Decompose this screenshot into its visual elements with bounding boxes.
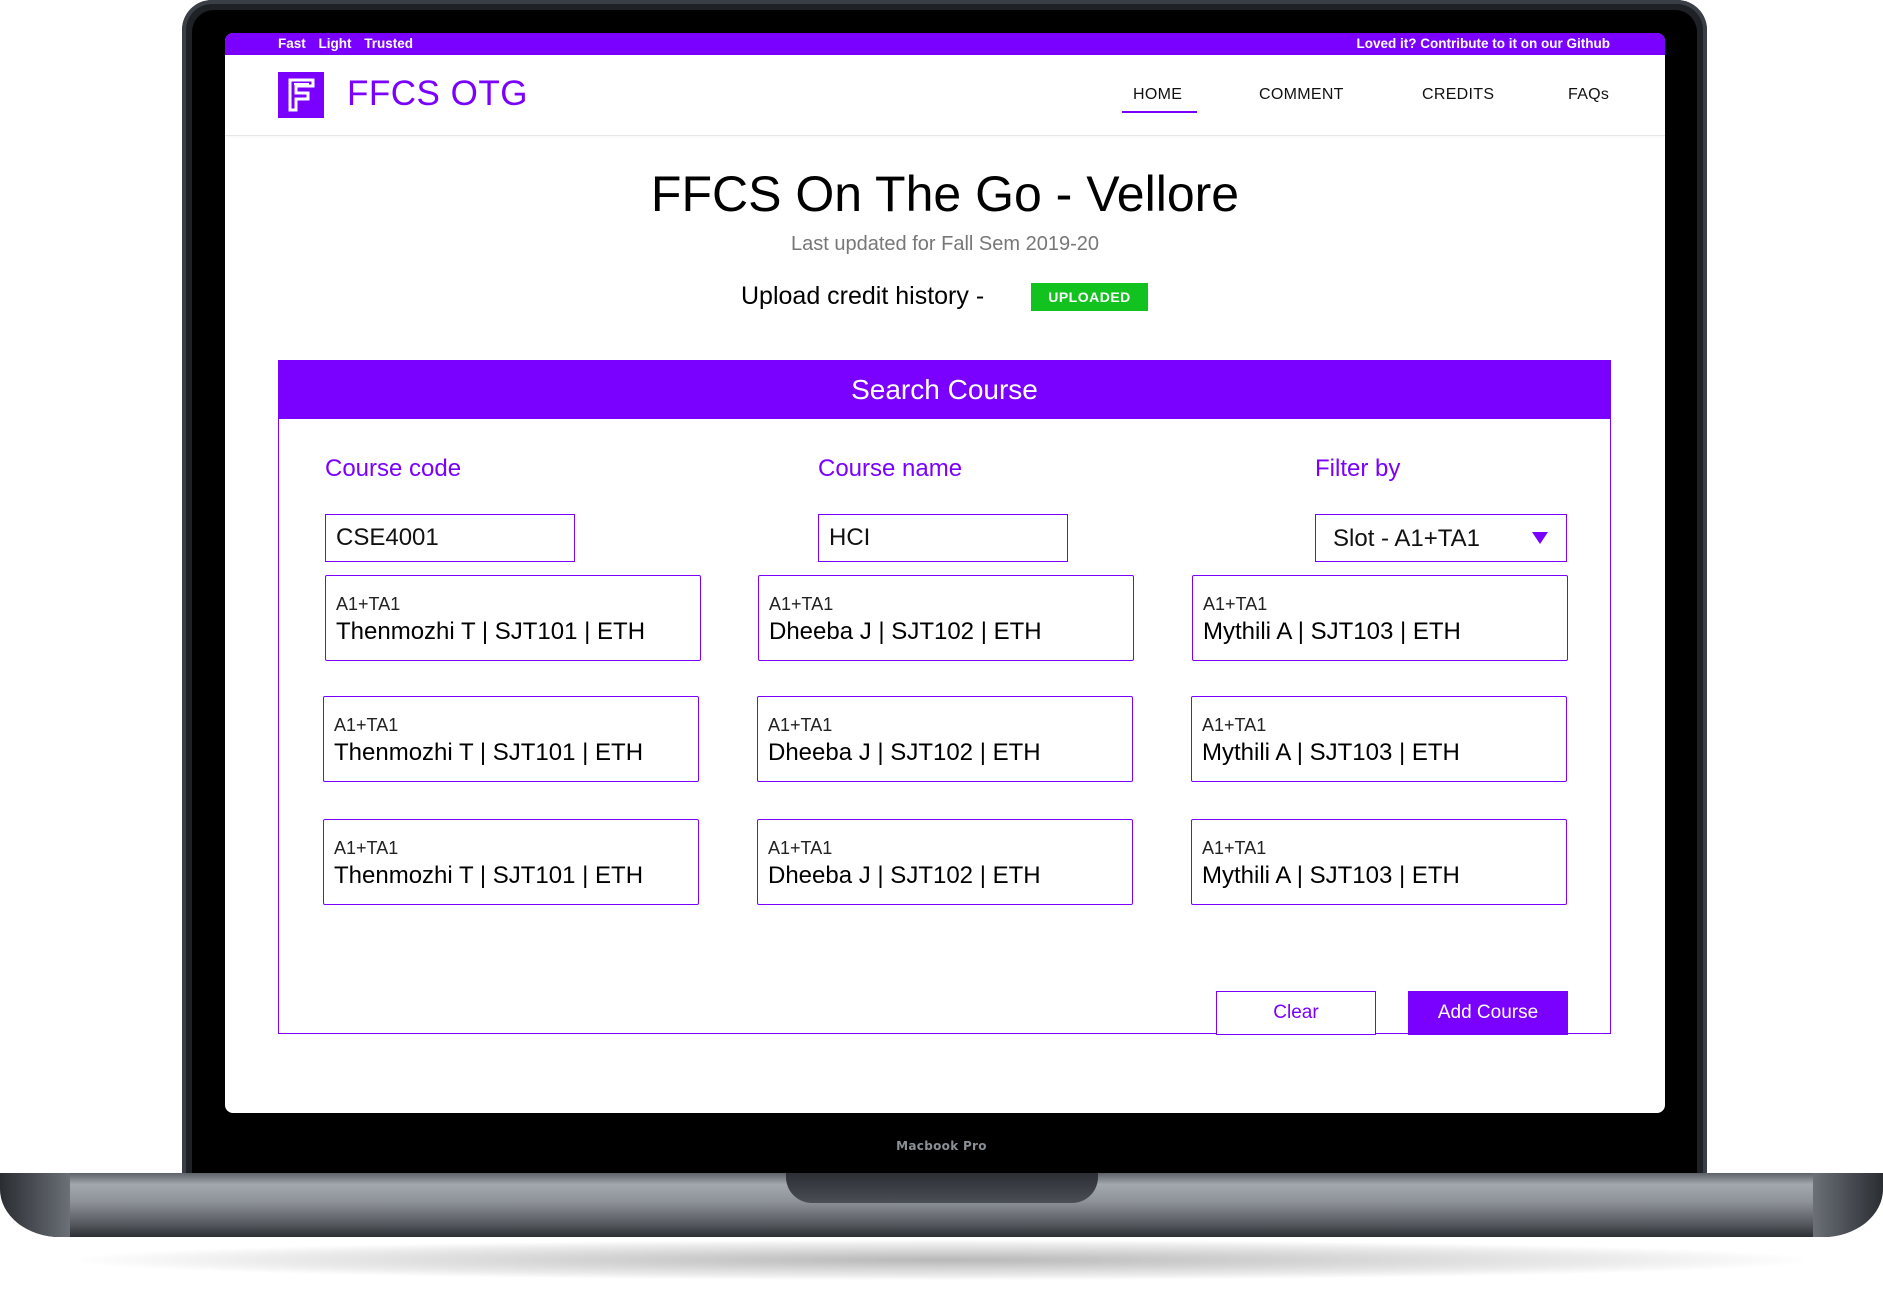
tag-trusted: Trusted <box>364 36 414 51</box>
nav-active-indicator <box>1122 111 1197 113</box>
page-title: FFCS On The Go - Vellore <box>650 166 1240 222</box>
tagline: Fast Light Trusted <box>278 36 422 51</box>
search-course-header: Search Course <box>279 361 1610 419</box>
course-slot-card[interactable]: A1+TA1 Thenmozhi T | SJT101 | ETH <box>325 575 701 661</box>
card-faculty-info: Mythili A | SJT103 | ETH <box>1203 618 1461 645</box>
tag-fast: Fast <box>278 36 306 51</box>
course-slot-card[interactable]: A1+TA1 Dheeba J | SJT102 | ETH <box>758 575 1134 661</box>
nav-faqs[interactable]: FAQs <box>1568 86 1609 104</box>
filter-select[interactable]: Slot - A1+TA1 <box>1315 514 1567 562</box>
app-name[interactable]: FFCS OTG <box>347 74 528 114</box>
card-slot: A1+TA1 <box>768 838 833 858</box>
course-slot-card[interactable]: A1+TA1 Mythili A | SJT103 | ETH <box>1191 819 1567 905</box>
card-faculty-info: Thenmozhi T | SJT101 | ETH <box>334 862 644 889</box>
card-slot: A1+TA1 <box>336 594 401 614</box>
clear-button[interactable]: Clear <box>1216 991 1376 1035</box>
card-faculty-info: Thenmozhi T | SJT101 | ETH <box>336 618 646 645</box>
upload-credit-history-label[interactable]: Upload credit history - <box>741 282 984 311</box>
search-course-panel: Search Course Course code Course name Fi… <box>278 360 1611 1035</box>
course-code-label: Course code <box>325 455 462 482</box>
upload-status-badge: UPLOADED <box>1031 283 1148 311</box>
ffcs-logo-icon[interactable] <box>278 72 324 118</box>
tag-light: Light <box>318 36 352 51</box>
nav-home[interactable]: HOME <box>1133 86 1182 104</box>
laptop-shadow <box>80 1240 1803 1280</box>
card-slot: A1+TA1 <box>334 715 399 735</box>
course-slot-card[interactable]: A1+TA1 Mythili A | SJT103 | ETH <box>1192 575 1568 661</box>
filter-select-value: Slot - A1+TA1 <box>1333 525 1480 552</box>
app-screen: Fast Light Trusted Loved it? Contribute … <box>225 33 1665 1113</box>
card-faculty-info: Mythili A | SJT103 | ETH <box>1202 862 1460 889</box>
course-code-input[interactable] <box>325 514 575 562</box>
last-updated-text: Last updated for Fall Sem 2019-20 <box>791 233 1099 255</box>
laptop-notch <box>786 1173 1098 1203</box>
course-slot-card[interactable]: A1+TA1 Thenmozhi T | SJT101 | ETH <box>323 696 699 782</box>
course-name-label: Course name <box>818 455 963 482</box>
course-slot-card[interactable]: A1+TA1 Dheeba J | SJT102 | ETH <box>757 696 1133 782</box>
navbar: FFCS OTG HOME COMMENT CREDITS FAQs <box>225 55 1665 136</box>
filter-by-label: Filter by <box>1315 455 1401 482</box>
card-faculty-info: Dheeba J | SJT102 | ETH <box>768 739 1041 766</box>
card-faculty-info: Dheeba J | SJT102 | ETH <box>768 862 1041 889</box>
course-slot-card[interactable]: A1+TA1 Thenmozhi T | SJT101 | ETH <box>323 819 699 905</box>
course-name-input[interactable] <box>818 514 1068 562</box>
card-slot: A1+TA1 <box>1202 715 1267 735</box>
card-faculty-info: Thenmozhi T | SJT101 | ETH <box>334 739 644 766</box>
card-slot: A1+TA1 <box>769 594 834 614</box>
card-slot: A1+TA1 <box>334 838 399 858</box>
card-faculty-info: Mythili A | SJT103 | ETH <box>1202 739 1460 766</box>
nav-credits[interactable]: CREDITS <box>1422 86 1494 104</box>
card-slot: A1+TA1 <box>768 715 833 735</box>
card-slot: A1+TA1 <box>1203 594 1268 614</box>
top-banner: Fast Light Trusted Loved it? Contribute … <box>225 33 1665 55</box>
github-link[interactable]: Loved it? Contribute to it on our Github <box>1357 36 1610 51</box>
course-slot-card[interactable]: A1+TA1 Dheeba J | SJT102 | ETH <box>757 819 1133 905</box>
device-label: Macbook Pro <box>896 1139 987 1153</box>
card-slot: A1+TA1 <box>1202 838 1267 858</box>
nav-comment[interactable]: COMMENT <box>1259 86 1344 104</box>
caret-down-icon <box>1532 531 1548 549</box>
add-course-button[interactable]: Add Course <box>1408 991 1568 1035</box>
card-faculty-info: Dheeba J | SJT102 | ETH <box>769 618 1042 645</box>
course-slot-card[interactable]: A1+TA1 Mythili A | SJT103 | ETH <box>1191 696 1567 782</box>
